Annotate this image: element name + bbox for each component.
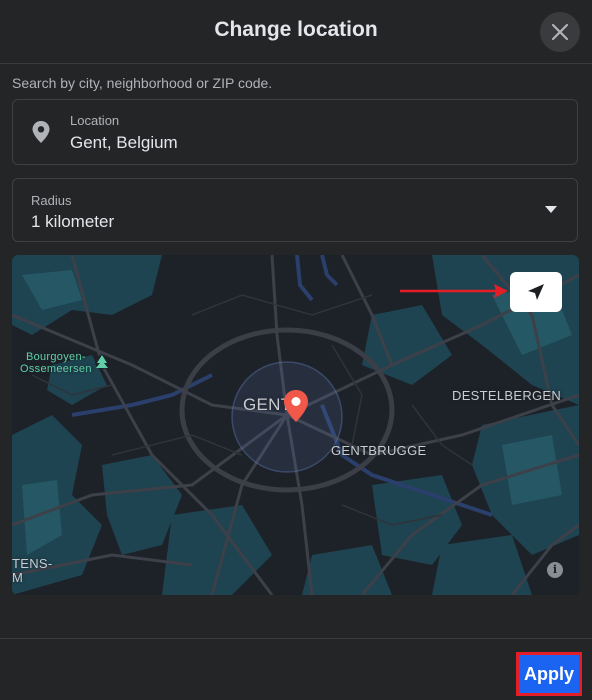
dialog-header: Change location bbox=[0, 0, 592, 64]
map-label-tens-line1: TENS- bbox=[12, 556, 53, 571]
search-hint: Search by city, neighborhood or ZIP code… bbox=[12, 75, 273, 91]
info-icon[interactable]: i bbox=[547, 562, 563, 578]
close-button[interactable] bbox=[540, 12, 580, 52]
footer-divider bbox=[0, 638, 592, 639]
location-field[interactable]: Location Gent, Belgium bbox=[12, 99, 578, 165]
location-value[interactable]: Gent, Belgium bbox=[70, 133, 178, 153]
map-label-tens-line2: M bbox=[12, 570, 24, 585]
current-location-button[interactable] bbox=[510, 272, 562, 312]
radius-select[interactable]: Radius 1 kilometer bbox=[12, 178, 578, 242]
apply-button[interactable]: Apply bbox=[516, 652, 582, 696]
navigation-arrow-icon bbox=[528, 284, 544, 300]
radius-label: Radius bbox=[31, 193, 72, 208]
caret-down-icon bbox=[545, 206, 557, 213]
map-label-bourgoyen: Bourgoyen- Ossemeersen bbox=[20, 351, 92, 375]
map-label-bourgoyen-line1: Bourgoyen- bbox=[25, 351, 86, 363]
location-label: Location bbox=[70, 113, 120, 128]
map-pin-icon bbox=[32, 121, 50, 143]
map-view[interactable]: Bourgoyen- Ossemeersen GENT DESTELBERGEN… bbox=[12, 255, 579, 595]
dialog-title: Change location bbox=[214, 18, 378, 41]
map-background bbox=[12, 255, 579, 595]
park-icon bbox=[95, 355, 109, 369]
radius-value: 1 kilometer bbox=[31, 212, 115, 231]
close-icon bbox=[551, 23, 569, 41]
location-marker-icon[interactable] bbox=[282, 389, 310, 423]
map-label-destelbergen: DESTELBERGEN bbox=[452, 388, 562, 403]
map-label-tens: TENS- M bbox=[12, 557, 53, 585]
map-label-bourgoyen-line2: Ossemeersen bbox=[20, 363, 92, 375]
map-label-gentbrugge: GENTBRUGGE bbox=[331, 443, 427, 458]
